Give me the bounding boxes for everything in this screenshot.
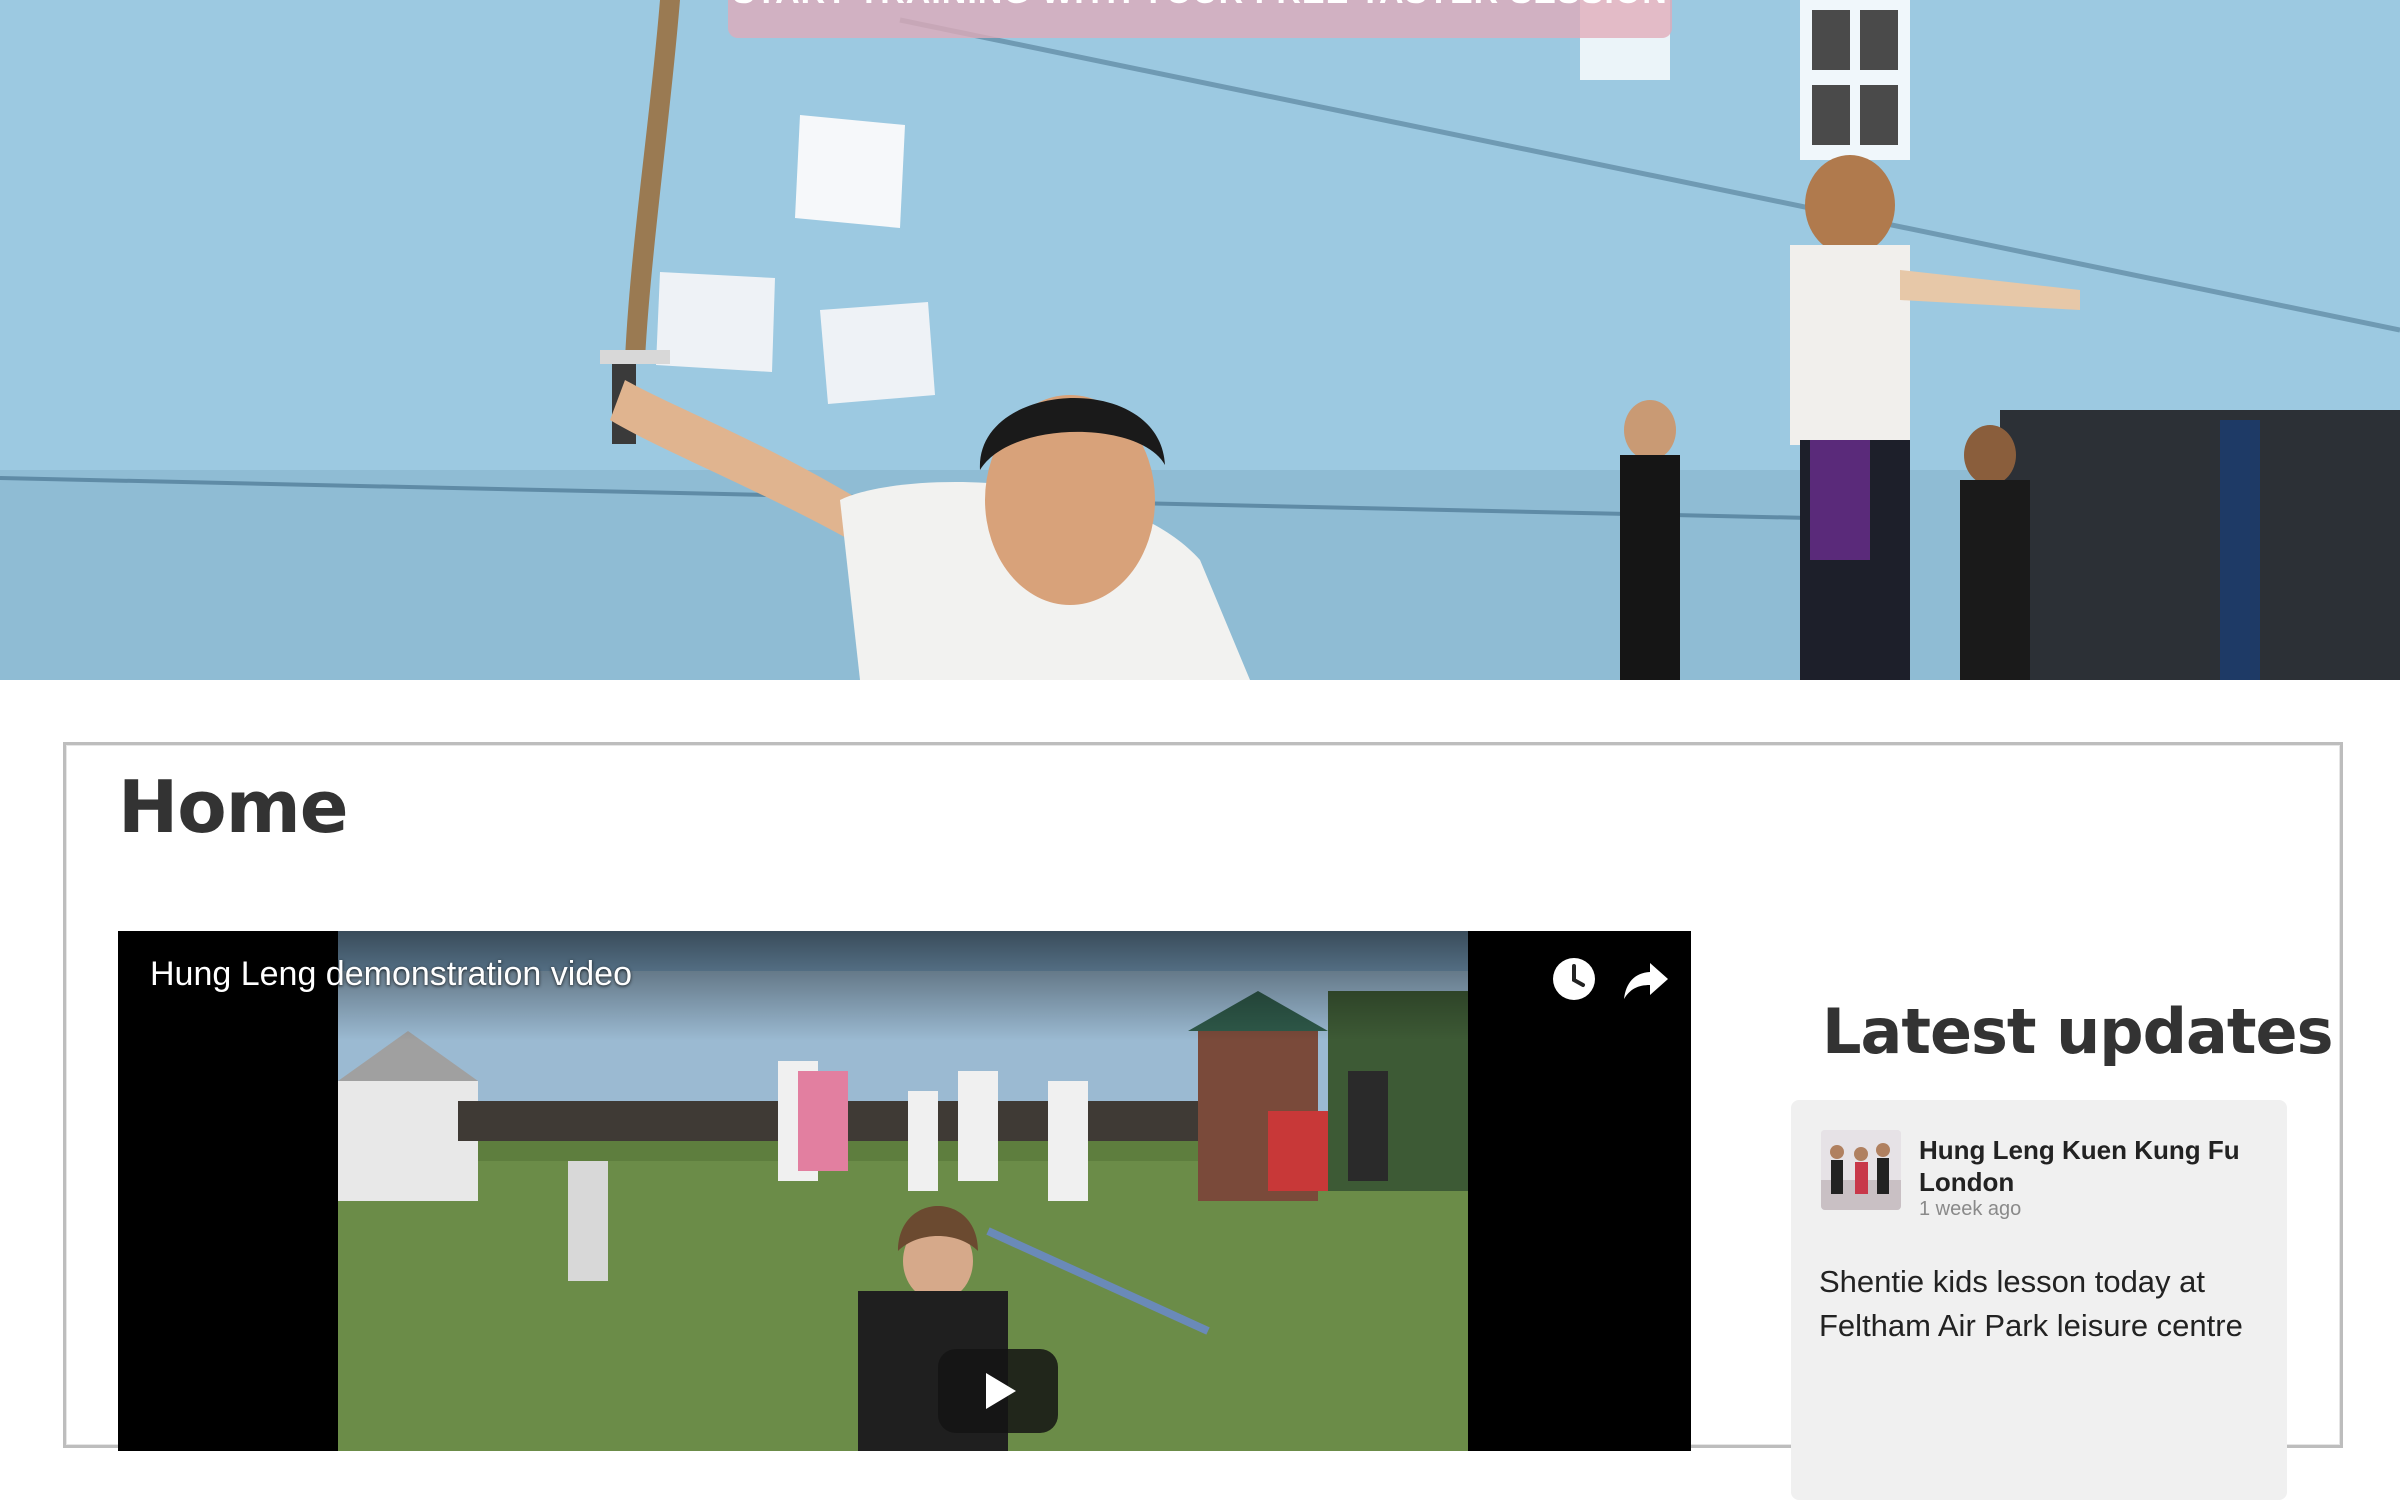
update-text: Shentie kids lesson today at Feltham Air…	[1819, 1264, 2243, 1343]
avatar[interactable]	[1821, 1130, 1901, 1210]
update-author-link[interactable]: Hung Leng Kuen Kung Fu London	[1919, 1134, 2259, 1198]
video-title[interactable]: Hung Leng demonstration video	[150, 955, 632, 994]
main-content-panel: Home Hung Leng demonstration video Lates…	[63, 742, 2343, 1500]
hero-banner: START TRAINING WITH YOUR FREE TASTER SES…	[0, 0, 2400, 680]
update-card[interactable]: Hung Leng Kuen Kung Fu London 1 week ago…	[1791, 1100, 2287, 1500]
play-icon[interactable]	[938, 1349, 1058, 1433]
video-player[interactable]: Hung Leng demonstration video	[118, 931, 1691, 1451]
share-icon[interactable]	[1622, 955, 1670, 1003]
hero-photo	[0, 0, 2400, 680]
clock-icon[interactable]	[1550, 955, 1598, 1003]
page-title: Home	[118, 765, 349, 849]
update-timestamp: 1 week ago	[1919, 1198, 2022, 1220]
free-taster-cta-button[interactable]: START TRAINING WITH YOUR FREE TASTER SES…	[728, 0, 1672, 38]
latest-updates-heading: Latest updates	[1822, 995, 2333, 1068]
